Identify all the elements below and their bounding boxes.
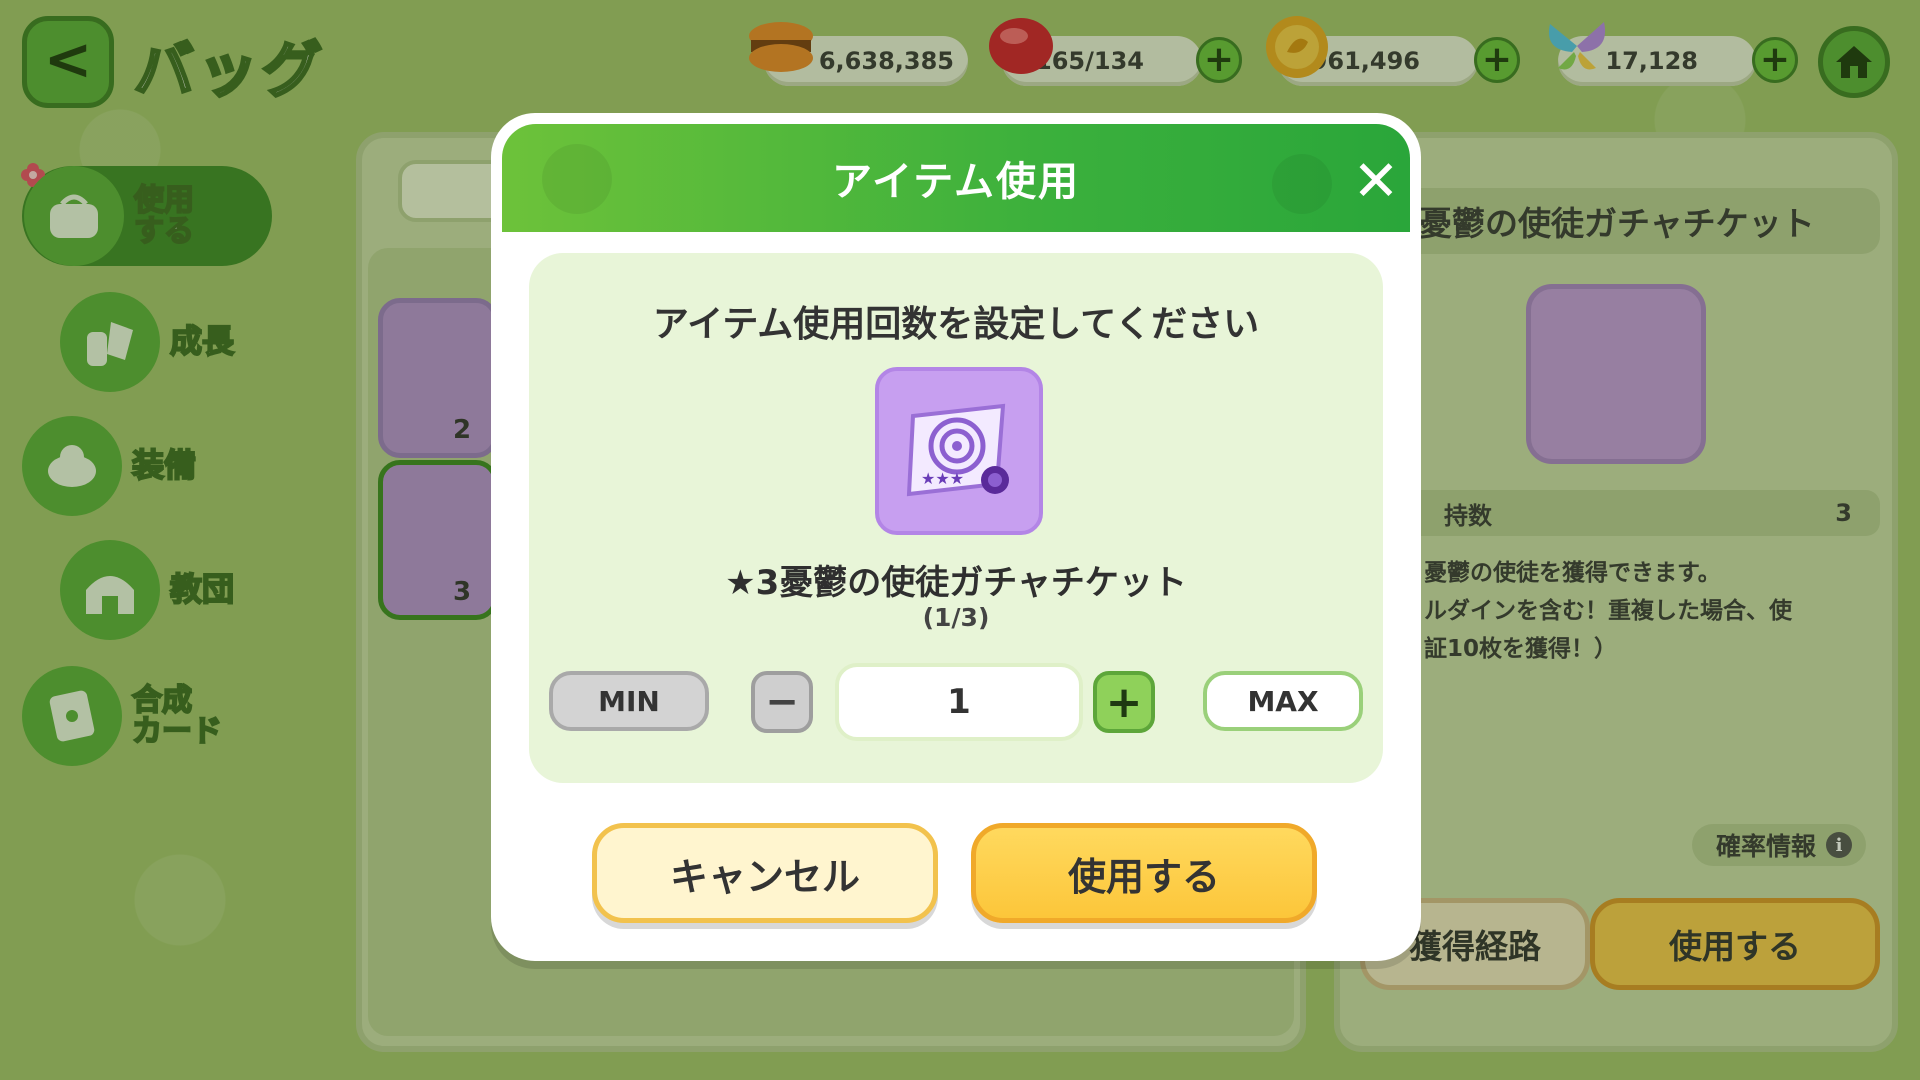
max-button[interactable]: MAX	[1203, 671, 1363, 731]
close-button[interactable]: ✕	[1345, 151, 1407, 213]
item-use-dialog: アイテム使用 ✕ アイテム使用回数を設定してください ★★★ ★3憂鬱の使徒ガチ…	[491, 113, 1421, 961]
min-button[interactable]: MIN	[549, 671, 709, 731]
dialog-body: アイテム使用回数を設定してください ★★★ ★3憂鬱の使徒ガチャチケット (1/…	[529, 253, 1383, 783]
dialog-item-name: ★3憂鬱の使徒ガチャチケット	[725, 563, 1187, 603]
use-button[interactable]: 使用する	[971, 823, 1317, 923]
dialog-header: アイテム使用 ✕	[502, 124, 1410, 232]
cancel-button[interactable]: キャンセル	[592, 823, 938, 923]
close-icon: ✕	[1352, 149, 1400, 214]
increment-button[interactable]: +	[1093, 671, 1155, 733]
dialog-title: アイテム使用	[832, 159, 1080, 205]
gacha-ticket-icon: ★★★	[906, 403, 1009, 497]
dialog-item-count: (1/3)	[922, 603, 990, 632]
item-preview: ★★★	[875, 367, 1043, 535]
decrement-button[interactable]: −	[751, 671, 813, 733]
quantity-input[interactable]	[835, 663, 1083, 741]
svg-text:★★★: ★★★	[921, 469, 964, 488]
dialog-prompt: アイテム使用回数を設定してください	[652, 304, 1260, 345]
minus-icon: −	[765, 679, 799, 725]
plus-icon: +	[1105, 676, 1143, 728]
